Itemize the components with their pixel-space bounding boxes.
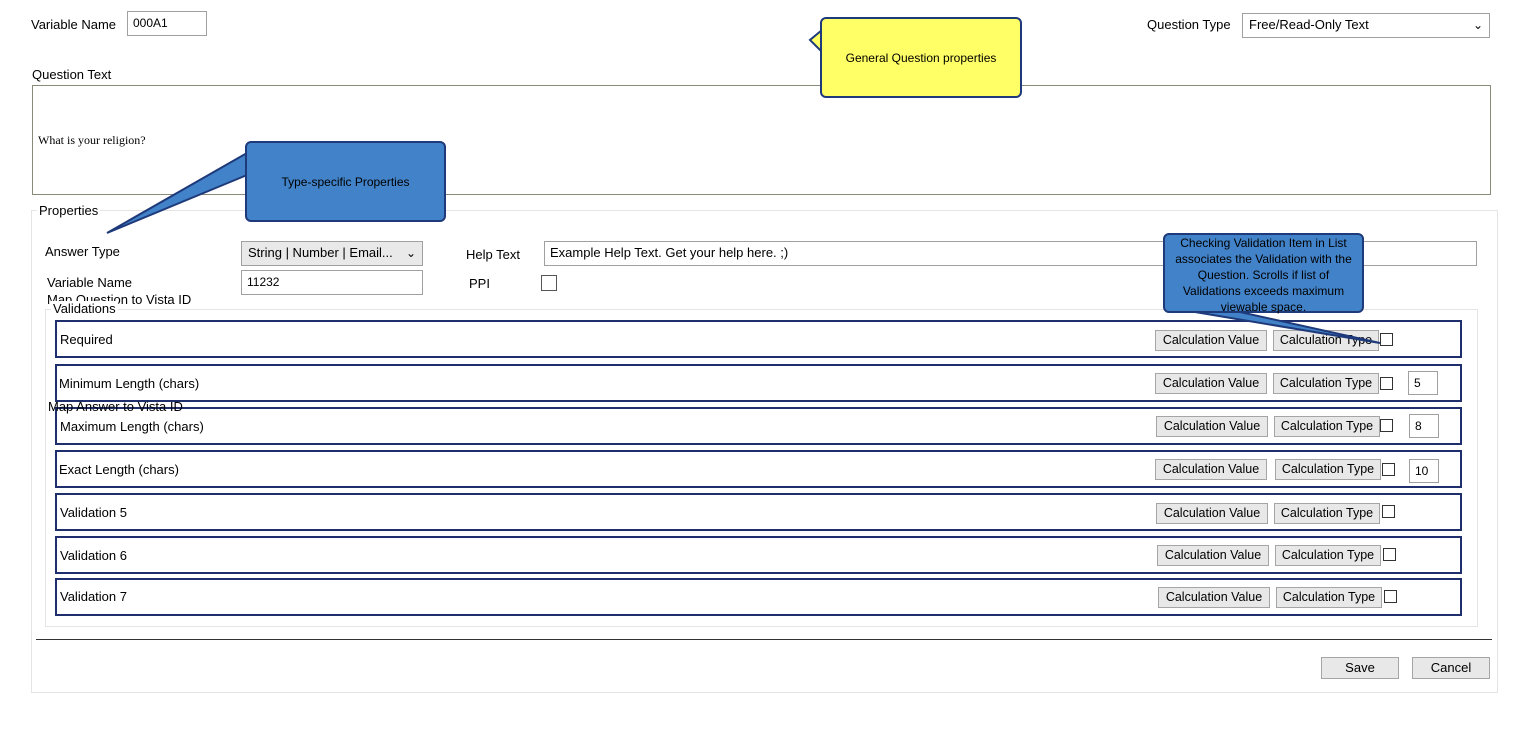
general-properties-callout-text: General Question properties bbox=[845, 51, 997, 65]
validation-callout-pointer bbox=[1194, 311, 1381, 344]
type-specific-callout-text: Type-specific Properties bbox=[281, 175, 410, 189]
type-specific-callout: Type-specific Properties bbox=[245, 141, 446, 222]
validation-note-callout: Checking Validation Item in List associa… bbox=[1163, 233, 1364, 314]
validation-note-callout-text: Checking Validation Item in List associa… bbox=[1175, 236, 1352, 314]
general-properties-callout: General Question properties bbox=[820, 17, 1022, 98]
callout-pointers bbox=[106, 27, 1381, 344]
type-specific-callout-pointer bbox=[106, 151, 248, 234]
